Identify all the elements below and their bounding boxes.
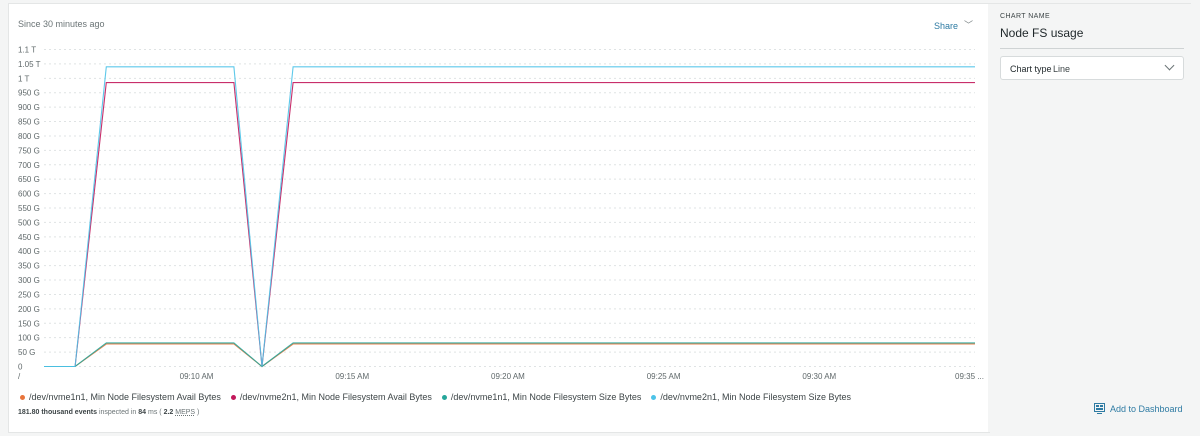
chart-name-field[interactable]: Node FS usage bbox=[1000, 26, 1184, 49]
y-tick-label: 750 G bbox=[18, 146, 40, 155]
y-tick-label: 950 G bbox=[18, 89, 40, 98]
meps-unit: MEPS bbox=[175, 409, 196, 416]
query-stats: 181.80 thousand events inspected in 84 m… bbox=[18, 409, 199, 416]
y-tick-label: 1.05 T bbox=[18, 60, 41, 69]
x-tick-label: 09:10 AM bbox=[180, 372, 214, 381]
x-tick-label: 09:35 ... bbox=[955, 372, 984, 381]
y-tick-label: 400 G bbox=[18, 247, 40, 256]
legend-dot-icon bbox=[20, 394, 25, 400]
chart-name-label: CHART NAME bbox=[1000, 13, 1051, 20]
legend-item[interactable]: /dev/nvme2n1, Min Node Filesystem Size B… bbox=[651, 392, 851, 402]
grid-lines bbox=[44, 49, 975, 367]
chart-type-value: Line bbox=[1053, 64, 1071, 74]
x-tick-label: / bbox=[18, 372, 21, 381]
y-tick-label: 200 G bbox=[18, 305, 40, 314]
legend: /dev/nvme1n1, Min Node Filesystem Avail … bbox=[20, 392, 851, 402]
y-tick-label: 250 G bbox=[18, 290, 40, 299]
y-tick-label: 850 G bbox=[18, 118, 40, 127]
y-tick-label: 350 G bbox=[18, 262, 40, 271]
chart-type-select[interactable]: Chart type Line bbox=[1000, 56, 1184, 80]
y-axis-ticks: 1.1 T 1.05 T 1 T 950 G 900 G 850 G 800 G 750 G 7… bbox=[18, 46, 41, 372]
legend-label: /dev/nvme2n1, Min Node Filesystem Size B… bbox=[660, 392, 851, 402]
chevron-down-icon bbox=[1164, 60, 1175, 71]
legend-dot-icon bbox=[230, 394, 236, 400]
chart-type-label: Chart type bbox=[1010, 64, 1052, 74]
x-tick-label: 09:15 AM bbox=[335, 372, 369, 381]
y-tick-label: 0 bbox=[18, 363, 23, 372]
legend-item[interactable]: /dev/nvme1n1, Min Node Filesystem Avail … bbox=[20, 392, 221, 402]
series-line-2[interactable] bbox=[44, 82, 975, 368]
y-tick-label: 500 G bbox=[18, 218, 40, 227]
y-tick-label: 50 G bbox=[18, 348, 35, 357]
y-tick-label: 600 G bbox=[18, 190, 40, 199]
y-tick-label: 550 G bbox=[18, 204, 40, 213]
legend-dot-icon bbox=[441, 394, 447, 400]
meps-value: 2.2 bbox=[163, 409, 174, 416]
legend-label: /dev/nvme1n1, Min Node Filesystem Avail … bbox=[29, 392, 221, 402]
y-tick-label: 650 G bbox=[18, 175, 40, 184]
y-tick-label: 1.1 T bbox=[18, 46, 36, 55]
x-axis-ticks: / 09:10 AM 09:15 AM 09:20 AM 09:25 AM 09:30 A… bbox=[18, 372, 984, 381]
x-tick-label: 09:20 AM bbox=[491, 372, 525, 381]
legend-dot-icon bbox=[651, 394, 657, 400]
y-tick-label: 1 T bbox=[18, 74, 30, 83]
legend-item[interactable]: /dev/nvme1n1, Min Node Filesystem Size B… bbox=[441, 392, 642, 402]
add-to-dashboard-button[interactable]: Add to Dashboard bbox=[1094, 403, 1183, 414]
line-chart: 1.1 T 1.05 T 1 T 950 G 900 G 850 G 800 G 750 G 7… bbox=[18, 46, 984, 382]
stats-close: ) bbox=[197, 409, 200, 416]
series-line-4[interactable] bbox=[44, 66, 975, 368]
y-tick-label: 900 G bbox=[18, 103, 40, 112]
y-tick-label: 100 G bbox=[18, 334, 40, 343]
series-line-1[interactable] bbox=[44, 343, 975, 368]
series-lines bbox=[44, 66, 975, 368]
legend-label: /dev/nvme1n1, Min Node Filesystem Size B… bbox=[450, 392, 642, 402]
dashboard-icon bbox=[1094, 403, 1105, 414]
ms-value: 84 bbox=[138, 409, 147, 416]
legend-item[interactable]: /dev/nvme2n1, Min Node Filesystem Avail … bbox=[230, 392, 432, 402]
y-tick-label: 300 G bbox=[18, 276, 40, 285]
x-tick-label: 09:25 AM bbox=[647, 372, 681, 381]
series-line-3[interactable] bbox=[44, 342, 975, 368]
events-count: 181.80 thousand events bbox=[18, 409, 97, 416]
inspected-label: inspected in bbox=[98, 409, 137, 416]
y-tick-label: 450 G bbox=[18, 233, 40, 242]
ms-unit: ms ( bbox=[148, 409, 162, 416]
x-tick-label: 09:30 AM bbox=[802, 372, 836, 381]
add-to-dashboard-label: Add to Dashboard bbox=[1110, 403, 1183, 414]
legend-label: /dev/nvme2n1, Min Node Filesystem Avail … bbox=[239, 392, 432, 402]
y-tick-label: 700 G bbox=[18, 161, 40, 170]
y-tick-label: 800 G bbox=[18, 132, 40, 141]
y-tick-label: 150 G bbox=[18, 319, 40, 328]
